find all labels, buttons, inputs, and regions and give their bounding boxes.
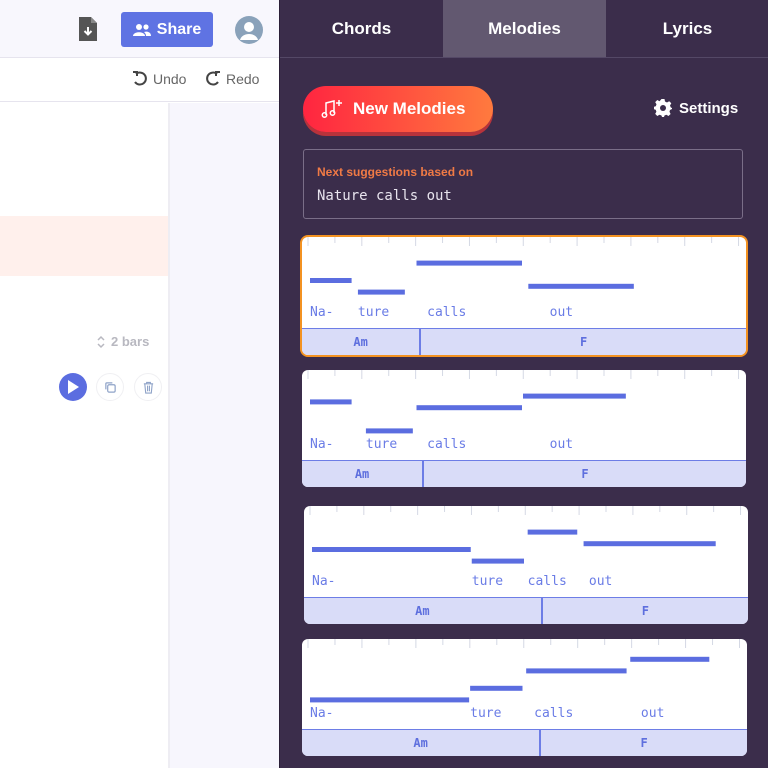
- top-bar: Share: [0, 0, 279, 58]
- tab-melodies[interactable]: Melodies: [443, 0, 606, 57]
- play-icon: [68, 380, 79, 394]
- lyric-syllable: out: [640, 706, 665, 721]
- lyric-syllable: out: [549, 437, 574, 452]
- melody-note[interactable]: [310, 399, 352, 405]
- lyric-syllable: ture: [470, 706, 502, 721]
- song-editor-area: Share Undo Redo 2 bars: [0, 0, 279, 768]
- lyric-syllable: out: [588, 574, 613, 589]
- tab-chords[interactable]: Chords: [280, 0, 443, 57]
- melody-note[interactable]: [630, 656, 710, 662]
- user-avatar[interactable]: [235, 16, 263, 44]
- bars-selector[interactable]: 2 bars: [96, 334, 149, 349]
- melody-note[interactable]: [528, 283, 634, 289]
- lyric-syllable: Na-: [310, 706, 334, 721]
- export-document-icon[interactable]: [79, 17, 97, 41]
- melody-note[interactable]: [416, 405, 523, 411]
- suggestion-text: Nature calls out: [317, 188, 452, 204]
- melody-note[interactable]: [471, 558, 524, 564]
- music-note-add-icon: [321, 100, 342, 118]
- redo-icon: [206, 71, 220, 86]
- chord-block[interactable]: Am: [302, 730, 542, 756]
- undo-label: Undo: [153, 71, 187, 87]
- lyric-syllable: calls: [527, 574, 567, 589]
- melody-note[interactable]: [523, 393, 626, 399]
- gear-icon: [654, 99, 672, 117]
- lyrics-editor[interactable]: 2 bars: [0, 103, 168, 768]
- lyric-syllable: ture: [471, 574, 504, 589]
- chord-row: Am F: [302, 328, 746, 355]
- melody-note[interactable]: [365, 428, 413, 434]
- chord-block[interactable]: F: [424, 461, 746, 487]
- tab-lyrics[interactable]: Lyrics: [606, 0, 768, 57]
- lyric-syllable: Na-: [312, 574, 336, 589]
- play-button[interactable]: [59, 373, 87, 401]
- suggestion-context: Next suggestions based on Nature calls o…: [303, 149, 743, 219]
- chord-block[interactable]: F: [543, 598, 748, 624]
- share-button[interactable]: Share: [121, 12, 213, 47]
- suggestion-label: Next suggestions based on: [317, 165, 474, 179]
- chord-block[interactable]: F: [421, 329, 746, 355]
- melody-note[interactable]: [310, 278, 352, 283]
- lyric-syllable: calls: [427, 437, 467, 452]
- copy-icon: [104, 381, 116, 393]
- melody-note[interactable]: [416, 260, 523, 266]
- editor-gutter: [168, 103, 279, 768]
- bars-label: 2 bars: [111, 334, 150, 349]
- duplicate-button[interactable]: [96, 373, 124, 401]
- redo-button[interactable]: Redo: [205, 71, 259, 87]
- new-melodies-button[interactable]: New Melodies: [303, 86, 493, 132]
- lyric-syllable: ture: [357, 305, 390, 320]
- undo-button[interactable]: Undo: [132, 71, 186, 87]
- chord-row: Am F: [302, 729, 747, 756]
- chord-block[interactable]: Am: [302, 329, 422, 355]
- melody-note[interactable]: [312, 547, 471, 552]
- melody-note[interactable]: [310, 697, 470, 703]
- chord-block[interactable]: Am: [302, 461, 425, 487]
- panel-tabs: Chords Melodies Lyrics: [280, 0, 768, 58]
- trash-icon: [143, 381, 153, 394]
- selected-section-highlight: [0, 216, 168, 276]
- edit-toolbar: Undo Redo: [0, 59, 279, 102]
- melody-card[interactable]: Na-ture calls out Am F: [304, 506, 748, 624]
- new-melodies-label: New Melodies: [353, 99, 466, 118]
- suggestions-panel: Chords Melodies Lyrics New Melodies Sett…: [279, 0, 768, 768]
- lyric-syllable: Na-: [310, 305, 334, 320]
- melody-note[interactable]: [470, 685, 523, 691]
- settings-button[interactable]: Settings: [654, 99, 738, 117]
- melody-piano-roll: [307, 639, 741, 703]
- melody-card[interactable]: Na-ture calls out Am F: [302, 237, 746, 355]
- people-icon: [132, 23, 151, 36]
- chord-row: Am F: [304, 597, 748, 624]
- melody-piano-roll: [309, 506, 742, 564]
- melody-card[interactable]: Na-ture calls out Am F: [302, 639, 747, 756]
- chord-row: Am F: [302, 460, 746, 487]
- lyric-syllable: out: [549, 305, 574, 320]
- melody-note[interactable]: [527, 529, 578, 535]
- settings-label: Settings: [679, 99, 739, 117]
- melody-card[interactable]: Na-ture calls out Am F: [302, 370, 746, 487]
- lyric-syllable: calls: [427, 305, 467, 320]
- up-down-chevron-icon: [97, 335, 105, 348]
- lyric-syllable: Na-: [310, 437, 334, 452]
- chord-block[interactable]: F: [541, 730, 747, 756]
- undo-icon: [133, 71, 147, 86]
- melody-note[interactable]: [526, 668, 627, 674]
- chord-block[interactable]: Am: [304, 598, 543, 624]
- delete-button[interactable]: [134, 373, 162, 401]
- lyric-syllable: ture: [365, 437, 398, 452]
- lyric-syllable: calls: [534, 706, 574, 721]
- redo-label: Redo: [226, 71, 260, 87]
- melody-note[interactable]: [357, 289, 405, 295]
- share-label: Share: [156, 20, 202, 38]
- melody-note[interactable]: [583, 541, 716, 547]
